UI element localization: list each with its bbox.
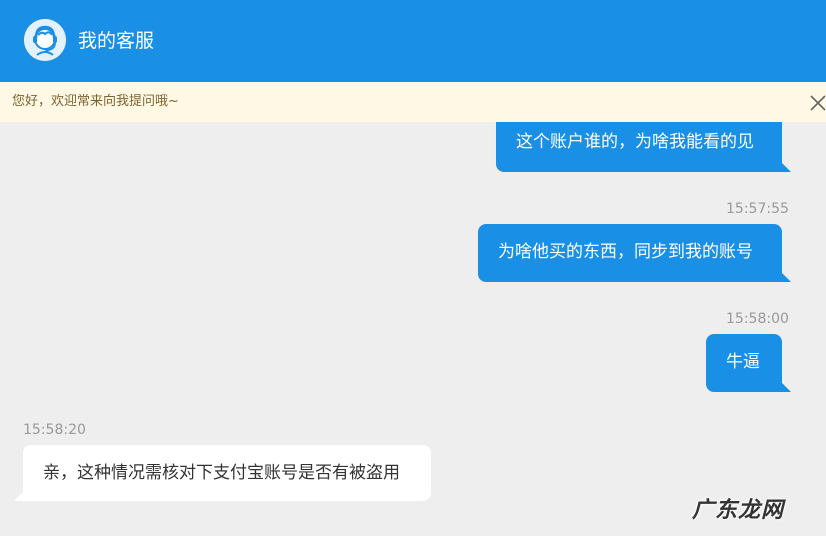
notice-bar: 您好，欢迎常来向我提问哦~ xyxy=(0,82,826,122)
message-text: 牛逼 xyxy=(726,352,760,372)
bubble-tail xyxy=(14,492,23,501)
notice-close-button[interactable] xyxy=(806,90,826,114)
header-bar: 我的客服 xyxy=(0,0,826,82)
message-timestamp: 15:57:55 xyxy=(726,201,789,217)
header-title: 我的客服 xyxy=(78,30,155,52)
message-text: 为啥他买的东西，同步到我的账号 xyxy=(498,242,753,262)
bubble-tail xyxy=(782,163,791,172)
message-timestamp: 15:58:00 xyxy=(726,311,789,327)
notice-text: 您好，欢迎常来向我提问哦~ xyxy=(12,94,179,109)
message-text: 这个账户谁的，为啥我能看的见 xyxy=(516,132,754,152)
bubble-tail xyxy=(782,383,791,392)
close-icon xyxy=(810,95,826,111)
sent-message-bubble: 牛逼 xyxy=(706,334,782,392)
customer-service-headset-icon xyxy=(24,19,66,61)
received-message-bubble: 亲，这种情况需核对下支付宝账号是否有被盗用 xyxy=(23,445,431,501)
chat-window: 我的客服 您好，欢迎常来向我提问哦~ 这个账户谁的，为啥我能看的见 15:57:… xyxy=(0,0,826,536)
message-text: 亲，这种情况需核对下支付宝账号是否有被盗用 xyxy=(43,463,400,483)
customer-service-avatar xyxy=(24,19,66,61)
watermark: 广东龙网 xyxy=(692,498,785,523)
message-timestamp: 15:58:20 xyxy=(23,422,86,438)
bubble-tail xyxy=(782,273,791,282)
sent-message-bubble: 这个账户谁的，为啥我能看的见 xyxy=(496,122,782,172)
sent-message-bubble: 为啥他买的东西，同步到我的账号 xyxy=(478,224,782,282)
message-list: 这个账户谁的，为啥我能看的见 15:57:55 为啥他买的东西，同步到我的账号 … xyxy=(0,122,826,536)
